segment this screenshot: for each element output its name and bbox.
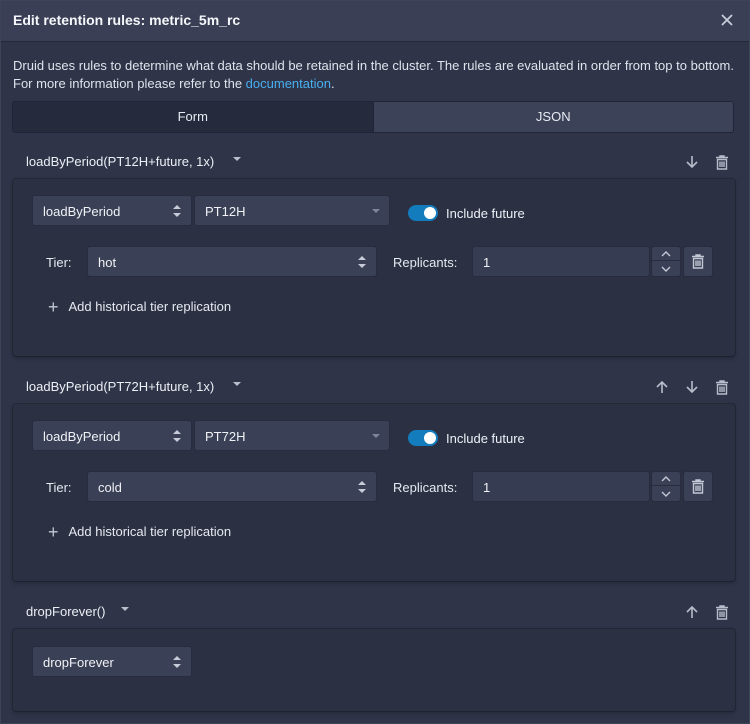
rule-actions — [677, 150, 737, 174]
include-future-label: Include future — [446, 206, 525, 221]
trash-icon[interactable] — [707, 600, 737, 624]
include-future-toggle[interactable] — [408, 205, 438, 221]
chevron-up-icon[interactable] — [652, 472, 680, 486]
documentation-link[interactable]: documentation — [246, 76, 331, 91]
chevron-up-icon[interactable] — [652, 247, 680, 261]
include-future-label: Include future — [446, 431, 525, 446]
replicants-stepper — [651, 246, 681, 277]
rule-type-select[interactable]: loadByPeriod — [32, 420, 192, 451]
rule-card: dropForever — [13, 629, 735, 711]
select-arrows-icon — [173, 429, 181, 443]
arrow-down-icon[interactable] — [677, 375, 707, 399]
trash-icon[interactable] — [683, 471, 713, 502]
rule-type-select[interactable]: dropForever — [32, 646, 192, 677]
add-tier-label: Add historical tier replication — [68, 524, 232, 539]
caret-down-icon[interactable] — [120, 604, 132, 617]
tier-select[interactable]: cold — [87, 471, 377, 502]
trash-icon[interactable] — [707, 375, 737, 399]
rule-actions — [647, 375, 737, 399]
arrow-up-icon[interactable] — [677, 600, 707, 624]
dialog-title: Edit retention rules: metric_5m_rc — [13, 12, 241, 28]
caret-down-icon — [371, 429, 380, 443]
chevron-down-icon[interactable] — [652, 487, 680, 501]
replicants-value: 1 — [483, 480, 491, 495]
replicants-input[interactable]: 1 — [472, 471, 650, 502]
rule-header: loadByPeriod(PT12H+future, 1x) — [13, 150, 737, 174]
rule-title[interactable]: loadByPeriod(PT12H+future, 1x) — [26, 154, 214, 169]
period-value: PT12H — [205, 204, 246, 219]
plus-icon: + — [48, 521, 59, 542]
period-value: PT72H — [205, 429, 246, 444]
dialog-description: Druid uses rules to determine what data … — [13, 57, 737, 93]
arrow-down-icon[interactable] — [677, 150, 707, 174]
arrow-up-icon[interactable] — [647, 375, 677, 399]
rule-title[interactable]: loadByPeriod(PT72H+future, 1x) — [26, 379, 214, 394]
caret-down-icon[interactable] — [232, 379, 244, 392]
tier-label: Tier: — [46, 480, 72, 495]
rule-actions — [677, 600, 737, 624]
select-arrows-icon — [173, 655, 181, 669]
include-future-toggle[interactable] — [408, 430, 438, 446]
select-arrows-icon — [358, 255, 366, 269]
period-select[interactable]: PT72H — [194, 420, 390, 451]
add-tier-replication-button[interactable]: + Add historical tier replication — [48, 296, 232, 317]
replicants-label: Replicants: — [393, 480, 458, 495]
select-arrows-icon — [173, 204, 181, 218]
rule-type-value: dropForever — [43, 655, 114, 670]
close-icon[interactable] — [719, 11, 735, 29]
tier-value: hot — [98, 255, 117, 270]
replicants-stepper — [651, 471, 681, 502]
rule-type-value: loadByPeriod — [43, 204, 121, 219]
rule-card: loadByPeriod PT12H Include future Tier: … — [13, 179, 735, 356]
replicants-input[interactable]: 1 — [472, 246, 650, 277]
view-tabs: Form JSON — [12, 101, 734, 133]
rule-type-select[interactable]: loadByPeriod — [32, 195, 192, 226]
tier-value: cold — [98, 480, 122, 495]
rule-type-value: loadByPeriod — [43, 429, 121, 444]
tab-json[interactable]: JSON — [372, 102, 733, 132]
rule-header: loadByPeriod(PT72H+future, 1x) — [13, 375, 737, 399]
caret-down-icon[interactable] — [232, 154, 244, 167]
add-tier-label: Add historical tier replication — [68, 299, 232, 314]
description-end: . — [330, 76, 335, 91]
replicants-label: Replicants: — [393, 255, 458, 270]
tier-label: Tier: — [46, 255, 72, 270]
plus-icon: + — [48, 296, 59, 317]
select-arrows-icon — [358, 480, 366, 494]
chevron-down-icon[interactable] — [652, 262, 680, 276]
rule-header: dropForever() — [13, 600, 737, 624]
add-tier-replication-button[interactable]: + Add historical tier replication — [48, 521, 232, 542]
tier-select[interactable]: hot — [87, 246, 377, 277]
description-text: Druid uses rules to determine what data … — [13, 58, 734, 91]
caret-down-icon — [371, 204, 380, 218]
tab-form[interactable]: Form — [13, 102, 373, 132]
trash-icon[interactable] — [683, 246, 713, 277]
rule-card: loadByPeriod PT72H Include future Tier: … — [13, 404, 735, 581]
replicants-value: 1 — [483, 255, 491, 270]
period-select[interactable]: PT12H — [194, 195, 390, 226]
retention-rules-dialog: Edit retention rules: metric_5m_rc Druid… — [0, 0, 750, 724]
trash-icon[interactable] — [707, 150, 737, 174]
dialog-header: Edit retention rules: metric_5m_rc — [1, 1, 749, 42]
rule-title[interactable]: dropForever() — [26, 604, 105, 619]
